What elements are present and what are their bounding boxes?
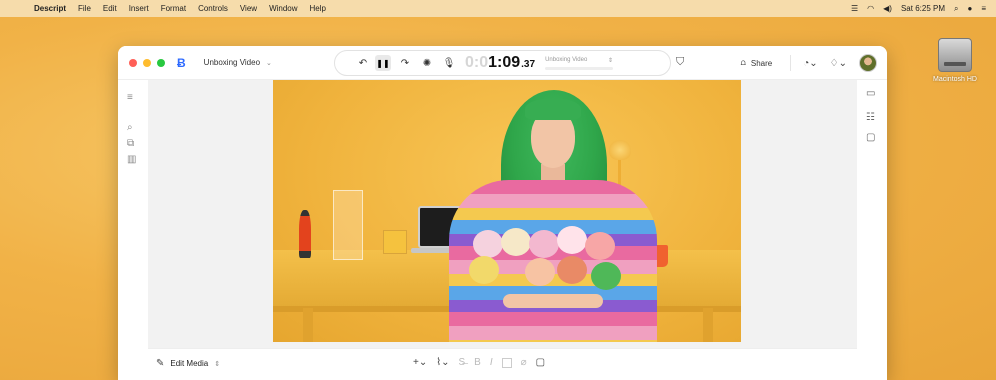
- person-bangs: [525, 98, 581, 120]
- control-center-icon[interactable]: ≡: [981, 4, 986, 13]
- transport-controls: ↶ ❚❚ ↷ ✺ 🎙︎ 0:0 1:09 .37 Unboxing Video ⇕: [334, 50, 671, 76]
- menu-icon[interactable]: ≡: [127, 92, 133, 103]
- notification-icon[interactable]: ♢⌄: [830, 58, 847, 69]
- edit-media-selector[interactable]: ✎ Edit Media ⇕: [156, 358, 220, 369]
- siri-icon[interactable]: ●: [967, 4, 972, 13]
- microphone-icon[interactable]: 🎙︎: [439, 58, 459, 69]
- person-arms: [503, 294, 603, 308]
- minimize-button[interactable]: [143, 58, 151, 67]
- chevron-down-icon: ⌄: [266, 59, 272, 67]
- menu-edit[interactable]: Edit: [103, 4, 117, 13]
- canvas-area: [148, 80, 857, 350]
- pencil-icon: ✎: [156, 358, 165, 369]
- hard-drive-icon: [938, 38, 972, 72]
- plush-toy: [591, 262, 621, 290]
- video-preview[interactable]: [273, 80, 741, 342]
- lamp: [609, 140, 631, 160]
- descript-window: Ƀ Unboxing Video ⌄ ↶ ❚❚ ↷ ✺ 🎙︎ 0:0 1:09 …: [118, 46, 887, 380]
- menu-view[interactable]: View: [240, 4, 257, 13]
- plush-toy: [529, 230, 559, 258]
- drive-label: Macintosh HD: [933, 76, 977, 83]
- plush-toy: [473, 230, 503, 258]
- share-label: Share: [750, 58, 773, 68]
- plush-toy: [501, 228, 531, 256]
- plush-toy: [557, 226, 587, 254]
- plush-toy: [557, 256, 587, 284]
- left-sidebar: ≡ ⌕ ⧉ ▥: [118, 80, 148, 380]
- volume-icon[interactable]: ◀): [883, 4, 892, 13]
- plush-toy: [469, 256, 499, 284]
- plush-toy: [585, 232, 615, 260]
- copy-icon[interactable]: ⧉: [127, 138, 134, 149]
- comment-icon[interactable]: ▢: [536, 357, 545, 368]
- chevron-updown-icon: ⇕: [214, 360, 221, 368]
- italic-icon[interactable]: I: [490, 357, 493, 368]
- menubar-status: ☰ ◠ ◀) Sat 6:25 PM ⌕ ● ≡: [851, 0, 986, 17]
- plush-toy: [525, 258, 555, 286]
- brush-icon[interactable]: ⌇⌄: [436, 357, 449, 368]
- wifi-icon[interactable]: ◠: [867, 4, 874, 13]
- menu-insert[interactable]: Insert: [129, 4, 149, 13]
- menu-app-name[interactable]: Descript: [34, 4, 66, 13]
- zoom-button[interactable]: [157, 58, 165, 67]
- divider: [790, 55, 792, 71]
- toolbar-right: ⩍ Share ◔⌄ ♢⌄: [741, 46, 877, 80]
- project-name: Unboxing Video: [203, 58, 261, 67]
- scene-progress: [545, 66, 614, 70]
- window-controls: [129, 58, 165, 67]
- menu-file[interactable]: File: [78, 4, 91, 13]
- macintosh-hd[interactable]: Macintosh HD: [930, 38, 980, 83]
- yellow-box: [383, 230, 407, 254]
- title-bar: Ƀ Unboxing Video ⌄ ↶ ❚❚ ↷ ✺ 🎙︎ 0:0 1:09 …: [118, 46, 887, 80]
- pause-icon[interactable]: ❚❚: [375, 55, 391, 71]
- library-icon[interactable]: ▥: [127, 154, 136, 165]
- scene-label: Unboxing Video: [545, 56, 588, 63]
- project-selector[interactable]: Unboxing Video ⌄: [204, 58, 272, 67]
- strikethrough-icon[interactable]: S̶: [458, 357, 465, 368]
- bold-icon[interactable]: B: [474, 357, 481, 368]
- menu-help[interactable]: Help: [310, 4, 326, 13]
- timecode-main: 1:09: [488, 54, 521, 71]
- studio-sound-icon[interactable]: ✺: [417, 58, 437, 69]
- chevron-updown-icon: ⇕: [608, 57, 614, 64]
- close-button[interactable]: [129, 58, 137, 67]
- menu-format[interactable]: Format: [161, 4, 186, 13]
- search-icon[interactable]: ⌕: [127, 122, 133, 133]
- clock[interactable]: Sat 6:25 PM: [901, 4, 945, 13]
- text-tools: +⌄ ⌇⌄ S̶ B I ⌀ ▢: [413, 357, 545, 368]
- link-icon[interactable]: ⌀: [521, 357, 527, 368]
- shelf: [333, 190, 363, 260]
- forward-icon[interactable]: ↷: [395, 58, 415, 69]
- timecode-ghost: 0:0: [465, 54, 489, 71]
- publish-icon[interactable]: ◔⌄: [803, 58, 817, 69]
- menu-bar: Descript File Edit Insert Format Control…: [0, 0, 996, 17]
- color-swatch-icon[interactable]: [501, 357, 512, 368]
- share-icon: ⩍: [740, 58, 746, 67]
- edit-media-label: Edit Media: [170, 359, 209, 368]
- menu-controls[interactable]: Controls: [198, 4, 228, 13]
- menu-window[interactable]: Window: [269, 4, 297, 13]
- spotlight-icon[interactable]: ⌕: [954, 4, 958, 14]
- right-sidebar: ▭ ☷ ▢: [857, 80, 887, 380]
- settings-icon[interactable]: ☷: [866, 112, 875, 123]
- descript-logo-icon[interactable]: Ƀ: [177, 56, 186, 70]
- comment-icon[interactable]: ▢: [866, 132, 875, 143]
- timecode: 0:0 1:09 .37: [465, 54, 535, 72]
- share-button[interactable]: ⩍ Share: [741, 58, 773, 68]
- scene-selector[interactable]: Unboxing Video ⇕: [545, 56, 614, 70]
- properties-icon[interactable]: ▭: [866, 88, 875, 99]
- lava-lamp: [299, 210, 311, 258]
- table-leg: [703, 308, 713, 342]
- add-icon[interactable]: +⌄: [413, 357, 427, 368]
- bottom-toolbar: ✎ Edit Media ⇕ +⌄ ⌇⌄ S̶ B I ⌀ ▢: [148, 348, 857, 380]
- timecode-fraction: .37: [521, 59, 536, 70]
- present-icon[interactable]: ⛉: [676, 56, 684, 69]
- rewind-icon[interactable]: ↶: [353, 58, 373, 69]
- avatar[interactable]: [859, 54, 877, 72]
- descript-status-icon[interactable]: ☰: [851, 4, 858, 13]
- table-leg: [303, 308, 313, 342]
